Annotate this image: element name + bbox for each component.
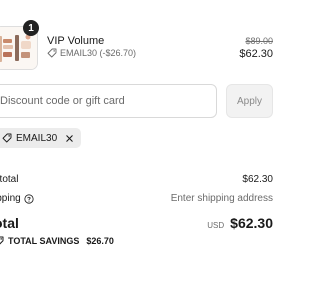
- total-value: $62.30: [230, 215, 273, 231]
- shipping-value: Enter shipping address: [170, 193, 273, 204]
- savings-value: $26.70: [86, 236, 114, 246]
- original-price: $89.00: [245, 36, 273, 46]
- applied-code-label: EMAIL30: [16, 132, 58, 144]
- shipping-label: ipping: [0, 193, 21, 204]
- product-name: VIP Volume: [47, 35, 105, 47]
- subtotal-value: $62.30: [242, 174, 273, 185]
- discount-code-input[interactable]: [0, 84, 217, 118]
- tag-icon: [47, 48, 57, 58]
- help-circle-icon[interactable]: [24, 193, 34, 204]
- tag-icon: [0, 236, 4, 246]
- total-savings: TOTAL SAVINGS $26.70: [0, 236, 114, 246]
- shipping-row-label: ipping: [0, 193, 34, 204]
- tag-icon: [2, 133, 12, 143]
- line-price: $62.30: [239, 48, 273, 60]
- total-label: otal: [0, 215, 19, 231]
- line-discount: EMAIL30 (-$26.70): [47, 48, 136, 58]
- applied-code-chip: EMAIL30: [0, 128, 82, 148]
- apply-button[interactable]: Apply: [226, 84, 273, 118]
- total-currency: USD: [207, 221, 225, 230]
- close-icon[interactable]: [65, 134, 74, 143]
- line-discount-text: EMAIL30 (-$26.70): [60, 48, 137, 58]
- savings-label: TOTAL SAVINGS: [8, 236, 80, 246]
- quantity-badge: 1: [23, 20, 39, 36]
- total-value-group: USD $62.30: [207, 215, 273, 231]
- subtotal-label: btotal: [0, 174, 19, 185]
